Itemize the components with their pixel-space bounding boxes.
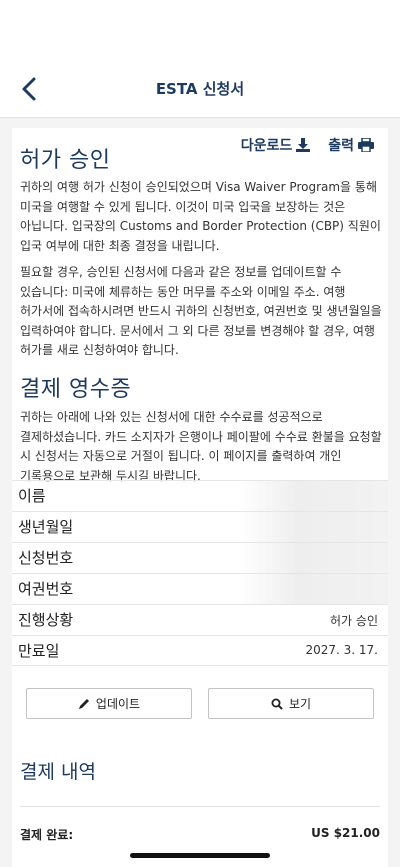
row-label: 진행상황 (18, 611, 74, 629)
redacted-value (238, 543, 388, 574)
print-button[interactable]: 출력 (328, 135, 374, 155)
row-label: 신청번호 (18, 549, 74, 567)
main-content: 허가 승인 다운로드 출력 귀하의 여행 허가 신청이 승인되었으며 Visa … (0, 118, 400, 867)
receipt-row-passport-number: 여권번호 (12, 573, 388, 605)
update-button[interactable]: 업데이트 (26, 688, 192, 719)
payment-amount: US $21.00 (311, 826, 380, 840)
expiry-value: 2027. 3. 17. (305, 643, 378, 657)
divider (20, 806, 380, 807)
receipt-row-name: 이름 (12, 480, 388, 512)
receipt-row-birthdate: 생년월일 (12, 511, 388, 543)
payment-status-label: 결제 완료: (20, 828, 74, 842)
update-label: 업데이트 (95, 697, 141, 711)
app-header: ESTA 신청서 (0, 62, 400, 118)
payment-heading: 결제 내역 (20, 761, 96, 783)
receipt-heading: 결제 영수증 (20, 377, 132, 402)
download-button[interactable]: 다운로드 (241, 135, 311, 155)
home-indicator (130, 853, 270, 858)
page-title: ESTA 신청서 (155, 80, 245, 98)
search-icon (271, 698, 283, 710)
download-icon (296, 138, 311, 152)
redacted-value (238, 481, 388, 512)
status-value: 허가 승인 (330, 614, 378, 628)
approval-card: 허가 승인 다운로드 출력 귀하의 여행 허가 신청이 승인되었으며 Visa … (12, 128, 388, 748)
payment-section: 결제 내역 결제 완료: US $21.00 (12, 744, 388, 867)
row-label: 이름 (18, 487, 46, 505)
row-label: 만료일 (18, 642, 60, 660)
action-links: 다운로드 출력 (241, 135, 374, 155)
redacted-value (238, 574, 388, 605)
printer-icon (358, 138, 374, 152)
approval-paragraph-1: 귀하의 여행 허가 신청이 승인되었으며 Visa Waiver Program… (20, 180, 381, 253)
receipt-paragraph: 귀하는 아래에 나와 있는 신청서에 대한 수수료를 성공적으로 결제하셨습니다… (20, 410, 382, 483)
row-label: 생년월일 (18, 518, 74, 536)
receipt-row-status: 진행상황 허가 승인 (12, 604, 388, 635)
redacted-value (238, 512, 388, 543)
approval-heading: 허가 승인 (20, 148, 111, 173)
pencil-icon (78, 698, 89, 709)
view-label: 보기 (288, 697, 312, 711)
approval-paragraph-2: 필요할 경우, 승인된 신청서에 다음과 같은 정보를 업데이트할 수 있습니다… (20, 265, 382, 357)
print-label: 출력 (328, 138, 354, 154)
row-label: 여권번호 (18, 580, 74, 598)
download-label: 다운로드 (240, 138, 293, 154)
receipt-row-application-number: 신청번호 (12, 542, 388, 574)
receipt-row-expiry: 만료일 2027. 3. 17. (12, 635, 388, 666)
view-button[interactable]: 보기 (208, 688, 374, 719)
